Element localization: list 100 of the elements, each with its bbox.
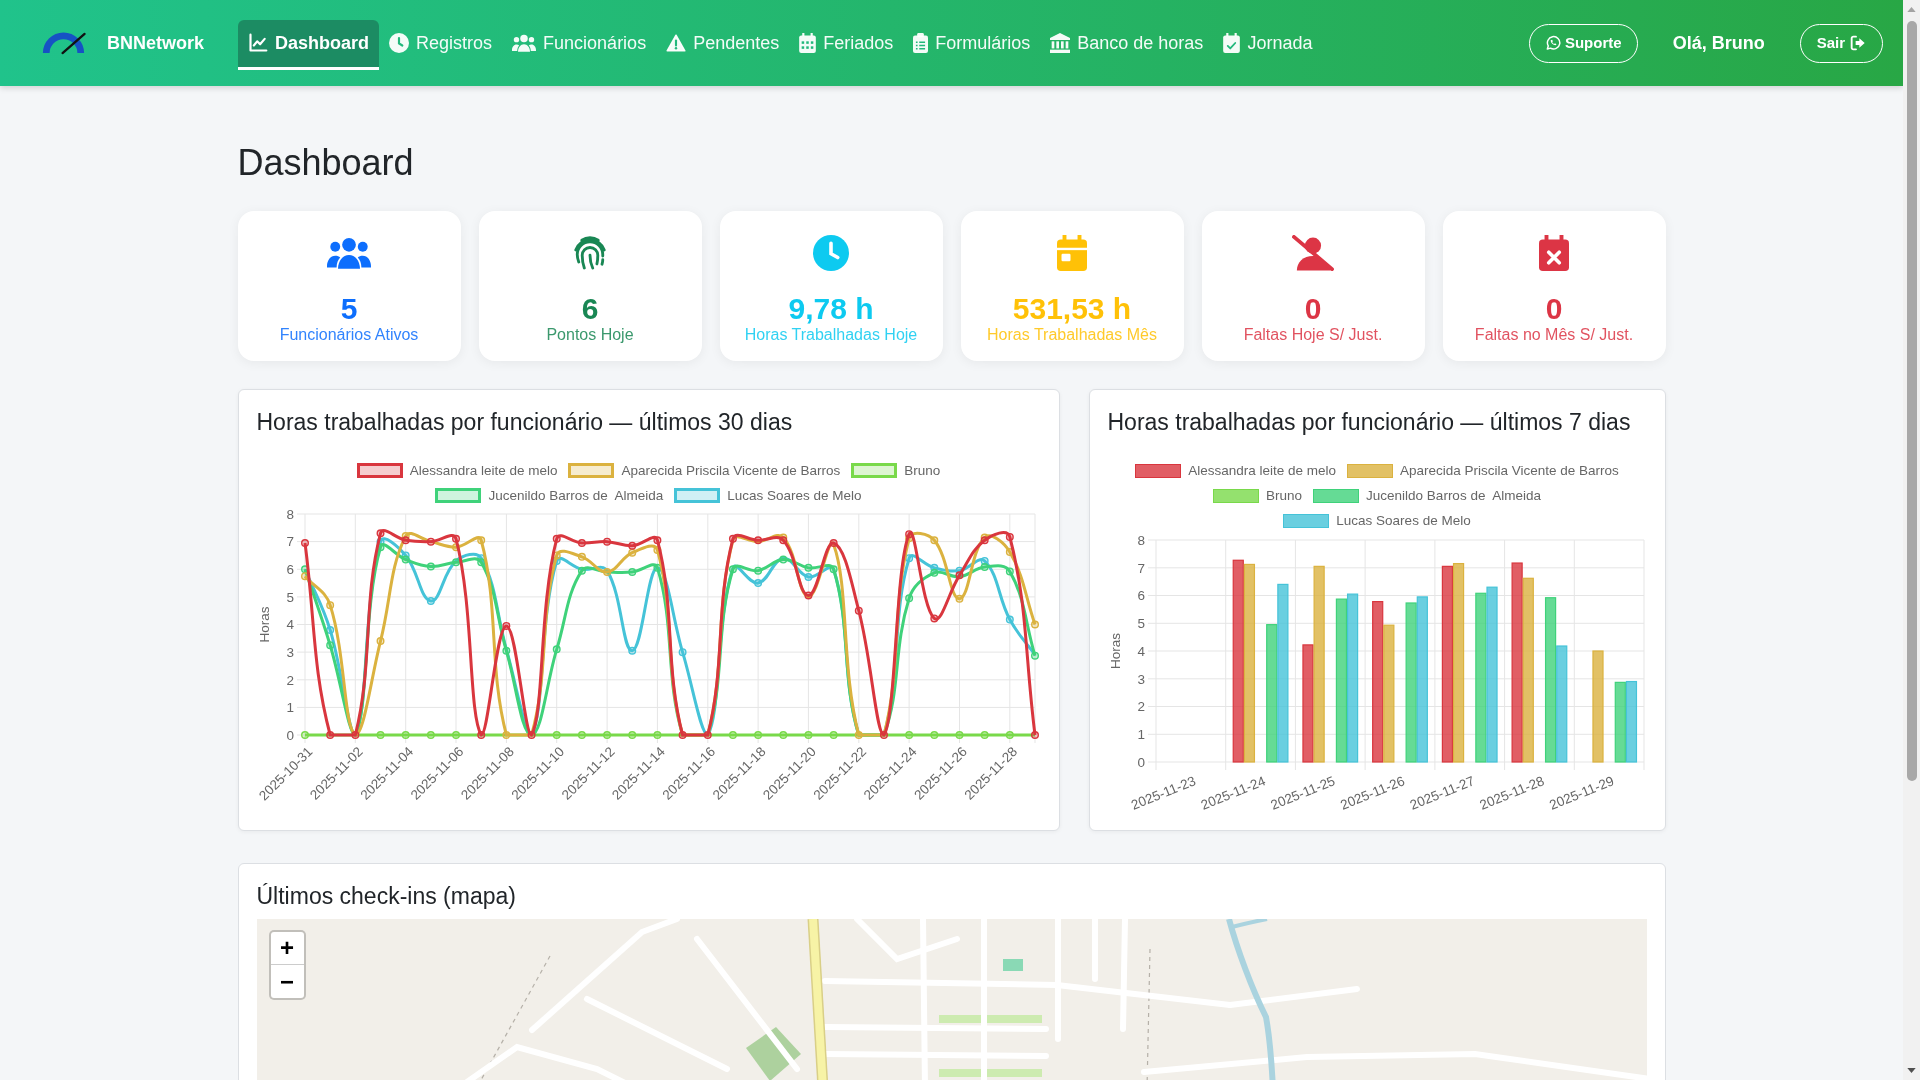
data-point[interactable]	[929, 614, 938, 623]
legend-label[interactable]: Bruno	[904, 461, 941, 480]
legend-label[interactable]: Lucas Soares de Melo	[1336, 511, 1471, 530]
data-point[interactable]	[602, 568, 611, 576]
legend-swatch-icon[interactable]	[851, 463, 898, 478]
data-point[interactable]	[929, 568, 938, 577]
legend-label[interactable]: Alessandra leite de melo	[1188, 461, 1336, 480]
data-point[interactable]	[753, 566, 762, 575]
data-point[interactable]	[1030, 731, 1039, 739]
data-point[interactable]	[376, 529, 384, 538]
legend-swatch-icon[interactable]	[674, 488, 721, 503]
data-point[interactable]	[728, 534, 737, 543]
data-point[interactable]	[980, 563, 989, 572]
chart-bar[interactable]	[1474, 592, 1486, 763]
data-point[interactable]	[1005, 548, 1014, 557]
data-point[interactable]	[426, 562, 435, 571]
data-point[interactable]	[753, 536, 762, 545]
data-point[interactable]	[401, 536, 410, 545]
chart-bar[interactable]	[1382, 624, 1394, 763]
data-point[interactable]	[627, 541, 636, 550]
legend-swatch-icon[interactable]	[1347, 463, 1393, 478]
data-point[interactable]	[678, 731, 687, 739]
data-point[interactable]	[829, 565, 838, 574]
data-point[interactable]	[854, 731, 863, 739]
data-point[interactable]	[1005, 615, 1014, 624]
data-point[interactable]	[325, 626, 334, 635]
legend-label[interactable]: Lucas Soares de Melo	[727, 486, 862, 505]
zoom-out-button[interactable]: −	[270, 965, 304, 998]
data-point[interactable]	[778, 555, 787, 564]
data-point[interactable]	[728, 565, 737, 574]
chart-bar[interactable]	[1441, 565, 1453, 763]
scroll-up-icon[interactable]	[1907, 7, 1916, 12]
data-point[interactable]	[627, 548, 636, 557]
data-point[interactable]	[879, 731, 888, 739]
scroll-down-icon[interactable]	[1907, 1068, 1916, 1073]
data-point[interactable]	[325, 641, 334, 650]
data-point[interactable]	[401, 532, 410, 541]
data-point[interactable]	[401, 555, 410, 564]
data-point[interactable]	[577, 552, 586, 561]
data-point[interactable]	[929, 563, 938, 572]
legend-swatch-icon[interactable]	[1313, 488, 1360, 503]
data-point[interactable]	[904, 530, 913, 539]
legend-label[interactable]: Aparecida Priscila Vicente de Barros	[621, 461, 841, 480]
data-point[interactable]	[376, 637, 384, 646]
data-point[interactable]	[703, 731, 712, 739]
scrollbar[interactable]	[1903, 0, 1920, 1080]
data-point[interactable]	[678, 648, 687, 657]
data-point[interactable]	[325, 601, 334, 610]
chart-bar[interactable]	[1452, 563, 1464, 763]
zoom-in-button[interactable]: +	[270, 932, 304, 965]
data-point[interactable]	[778, 536, 787, 545]
data-point[interactable]	[376, 543, 384, 552]
data-point[interactable]	[401, 551, 410, 560]
data-point[interactable]	[300, 572, 309, 581]
chart-bar[interactable]	[1232, 559, 1244, 763]
data-point[interactable]	[1005, 532, 1014, 541]
data-point[interactable]	[980, 536, 989, 545]
chart-bar[interactable]	[1301, 644, 1314, 763]
data-point[interactable]	[476, 558, 485, 567]
data-point[interactable]	[501, 621, 510, 630]
chart-bar[interactable]	[1371, 601, 1383, 763]
data-point[interactable]	[476, 731, 485, 739]
data-point[interactable]	[652, 545, 661, 554]
legend-swatch-icon[interactable]	[356, 463, 403, 478]
data-point[interactable]	[904, 534, 913, 543]
legend-swatch-icon[interactable]	[568, 463, 615, 478]
data-point[interactable]	[552, 534, 561, 543]
map-placeholder[interactable]: + −	[256, 919, 1647, 1080]
data-point[interactable]	[501, 646, 510, 655]
data-point[interactable]	[325, 731, 334, 739]
data-point[interactable]	[627, 568, 636, 576]
data-point[interactable]	[300, 565, 309, 574]
data-point[interactable]	[954, 566, 963, 575]
legend-swatch-icon[interactable]	[1135, 463, 1182, 478]
data-point[interactable]	[501, 731, 510, 739]
data-point[interactable]	[954, 594, 963, 603]
data-point[interactable]	[426, 537, 435, 546]
data-point[interactable]	[803, 573, 812, 581]
data-point[interactable]	[451, 534, 460, 543]
legend-swatch-icon[interactable]	[1213, 488, 1260, 503]
data-point[interactable]	[552, 551, 561, 560]
data-point[interactable]	[904, 554, 913, 563]
data-point[interactable]	[602, 537, 611, 546]
data-point[interactable]	[476, 536, 485, 545]
chart-bar[interactable]	[1511, 562, 1523, 763]
legend-label[interactable]: Jucenildo Barros de Almeida	[1366, 486, 1541, 505]
data-point[interactable]	[527, 731, 536, 739]
data-point[interactable]	[1030, 620, 1039, 629]
data-point[interactable]	[954, 571, 963, 580]
data-point[interactable]	[652, 563, 661, 572]
data-point[interactable]	[627, 646, 636, 655]
data-point[interactable]	[803, 591, 812, 600]
nav-link[interactable]: Dashboard	[238, 19, 380, 70]
legend-label[interactable]: Bruno	[1266, 486, 1303, 505]
legend-label[interactable]: Alessandra leite de melo	[409, 461, 558, 480]
scrollbar-thumb[interactable]	[1906, 21, 1917, 781]
data-point[interactable]	[350, 731, 359, 739]
legend-label[interactable]: Jucenildo Barros de Almeida	[488, 486, 664, 505]
gauge-icon[interactable]	[40, 31, 87, 55]
data-point[interactable]	[980, 556, 989, 565]
